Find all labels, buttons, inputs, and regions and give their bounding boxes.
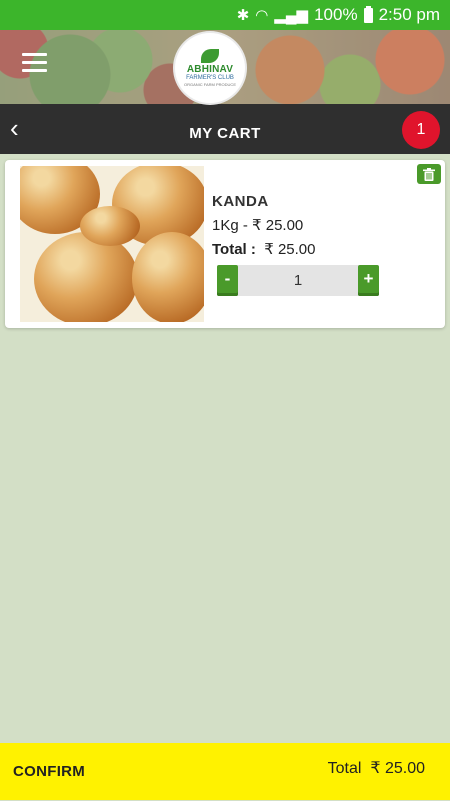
product-image <box>20 166 204 322</box>
cart-total: Total ₹ 25.00 <box>328 743 425 800</box>
logo-line2: FARMER'S CLUB <box>186 74 234 81</box>
checkout-bar: CONFIRM Total ₹ 25.00 <box>0 743 450 800</box>
product-unit-price: 1Kg - ₹ 25.00 <box>212 217 304 234</box>
increase-quantity-button[interactable]: + <box>358 265 379 296</box>
quantity-stepper: - 1 + <box>217 265 379 296</box>
battery-icon <box>363 5 373 23</box>
delete-item-button[interactable] <box>417 164 441 184</box>
product-total-label: Total : <box>212 241 256 258</box>
trash-icon <box>423 167 435 181</box>
signal-icon: ▂▄▆ <box>274 7 309 24</box>
page-title: MY CART <box>189 125 261 142</box>
cart-count-badge[interactable]: 1 <box>402 111 440 149</box>
status-bar: ✱ ◠ ▂▄▆ 100% 2:50 pm <box>0 0 450 30</box>
clock: 2:50 pm <box>378 5 440 24</box>
hamburger-icon[interactable] <box>22 53 47 73</box>
app-logo: ABHINAV FARMER'S CLUB ORGANIC FARM PRODU… <box>175 33 245 103</box>
leaf-icon <box>201 48 219 63</box>
wifi-icon: ◠ <box>255 7 269 24</box>
cart-total-label: Total <box>327 760 362 777</box>
confirm-button[interactable]: CONFIRM <box>13 743 85 800</box>
logo-line3: ORGANIC FARM PRODUCE <box>183 81 236 87</box>
product-name: KANDA <box>212 193 269 210</box>
product-total-value: ₹ 25.00 <box>264 241 316 258</box>
title-bar: ‹ MY CART <box>0 104 450 154</box>
cart-total-value: ₹ 25.00 <box>370 760 425 777</box>
bluetooth-icon: ✱ <box>236 7 250 24</box>
battery-percentage: 100% <box>314 5 358 24</box>
product-total: Total : ₹ 25.00 <box>212 240 315 258</box>
decrease-quantity-button[interactable]: - <box>217 265 238 296</box>
logo-line1: ABHINAV <box>186 63 234 75</box>
quantity-value: 1 <box>293 272 303 289</box>
